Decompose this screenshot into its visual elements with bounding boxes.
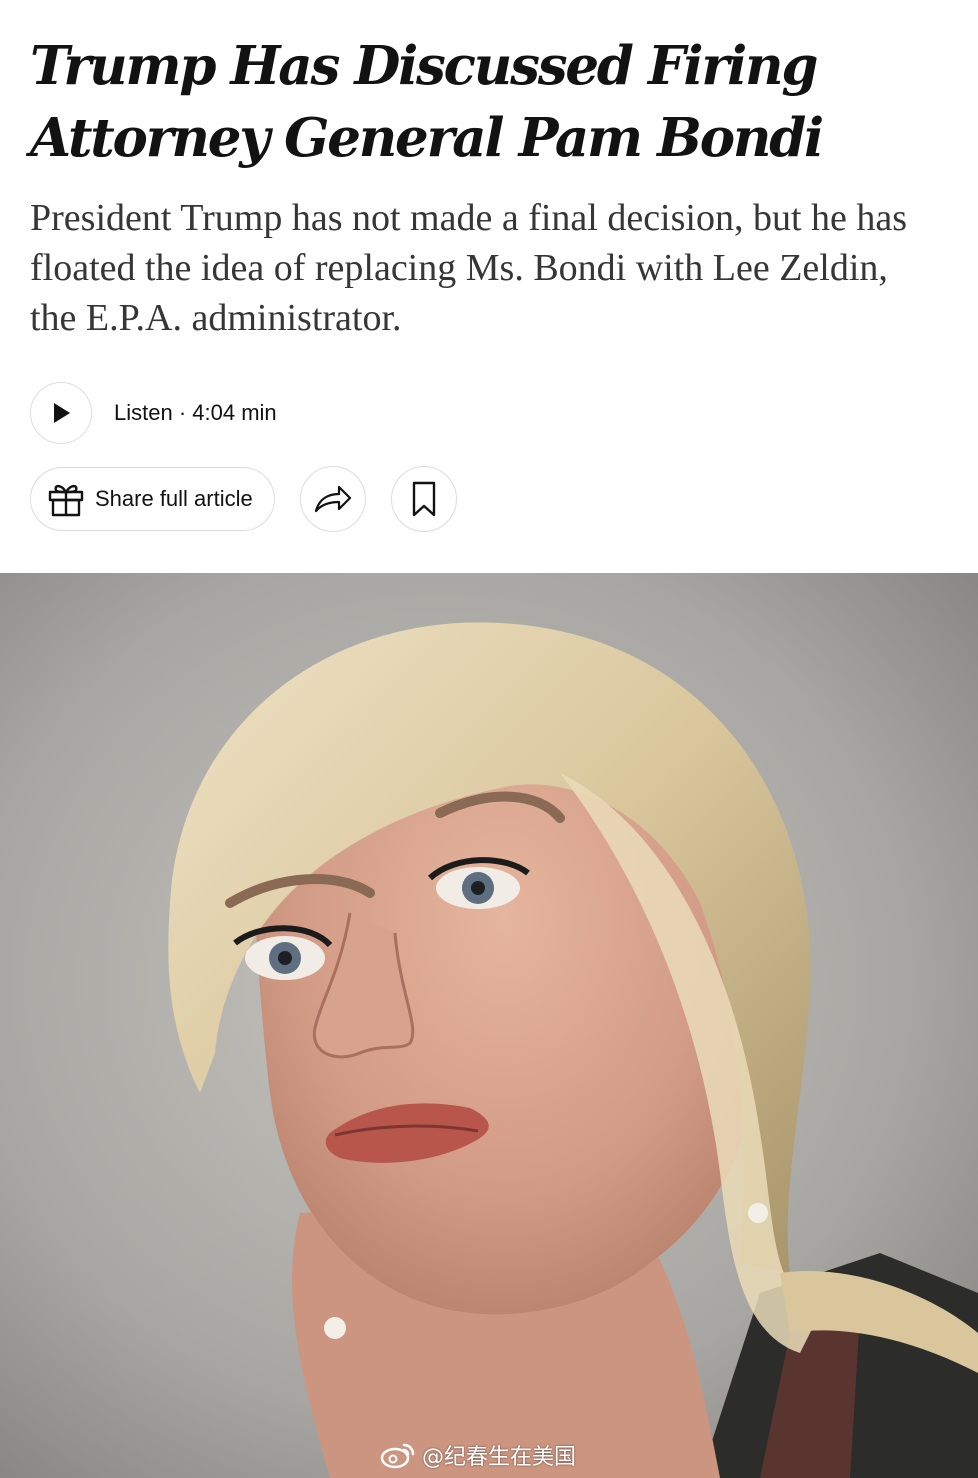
watermark-text: @纪春生在美国: [422, 1445, 577, 1470]
listen-row: Listen · 4:04 min: [30, 381, 277, 445]
portrait-photo: [0, 573, 978, 1478]
listen-duration-label: Listen · 4:04 min: [114, 400, 277, 425]
weibo-icon: [380, 1443, 415, 1469]
share-arrow-icon: [314, 485, 352, 513]
article-summary: President Trump has not made a final dec…: [30, 197, 908, 339]
headline: Trump Has Discussed Firing Attorney Gene…: [30, 35, 824, 169]
bookmark-icon: [412, 481, 436, 517]
share-button[interactable]: [300, 466, 366, 532]
article-actions: Share full article: [30, 466, 457, 532]
watermark: @纪春生在美国: [380, 1438, 576, 1472]
play-icon: [54, 403, 70, 423]
share-full-article-label: Share full article: [95, 486, 253, 511]
save-bookmark-button[interactable]: [391, 466, 457, 532]
share-full-article-button[interactable]: Share full article: [30, 467, 275, 531]
gift-icon: [48, 484, 84, 517]
article-photo: [0, 573, 978, 1478]
listen-play-button[interactable]: [30, 382, 92, 444]
